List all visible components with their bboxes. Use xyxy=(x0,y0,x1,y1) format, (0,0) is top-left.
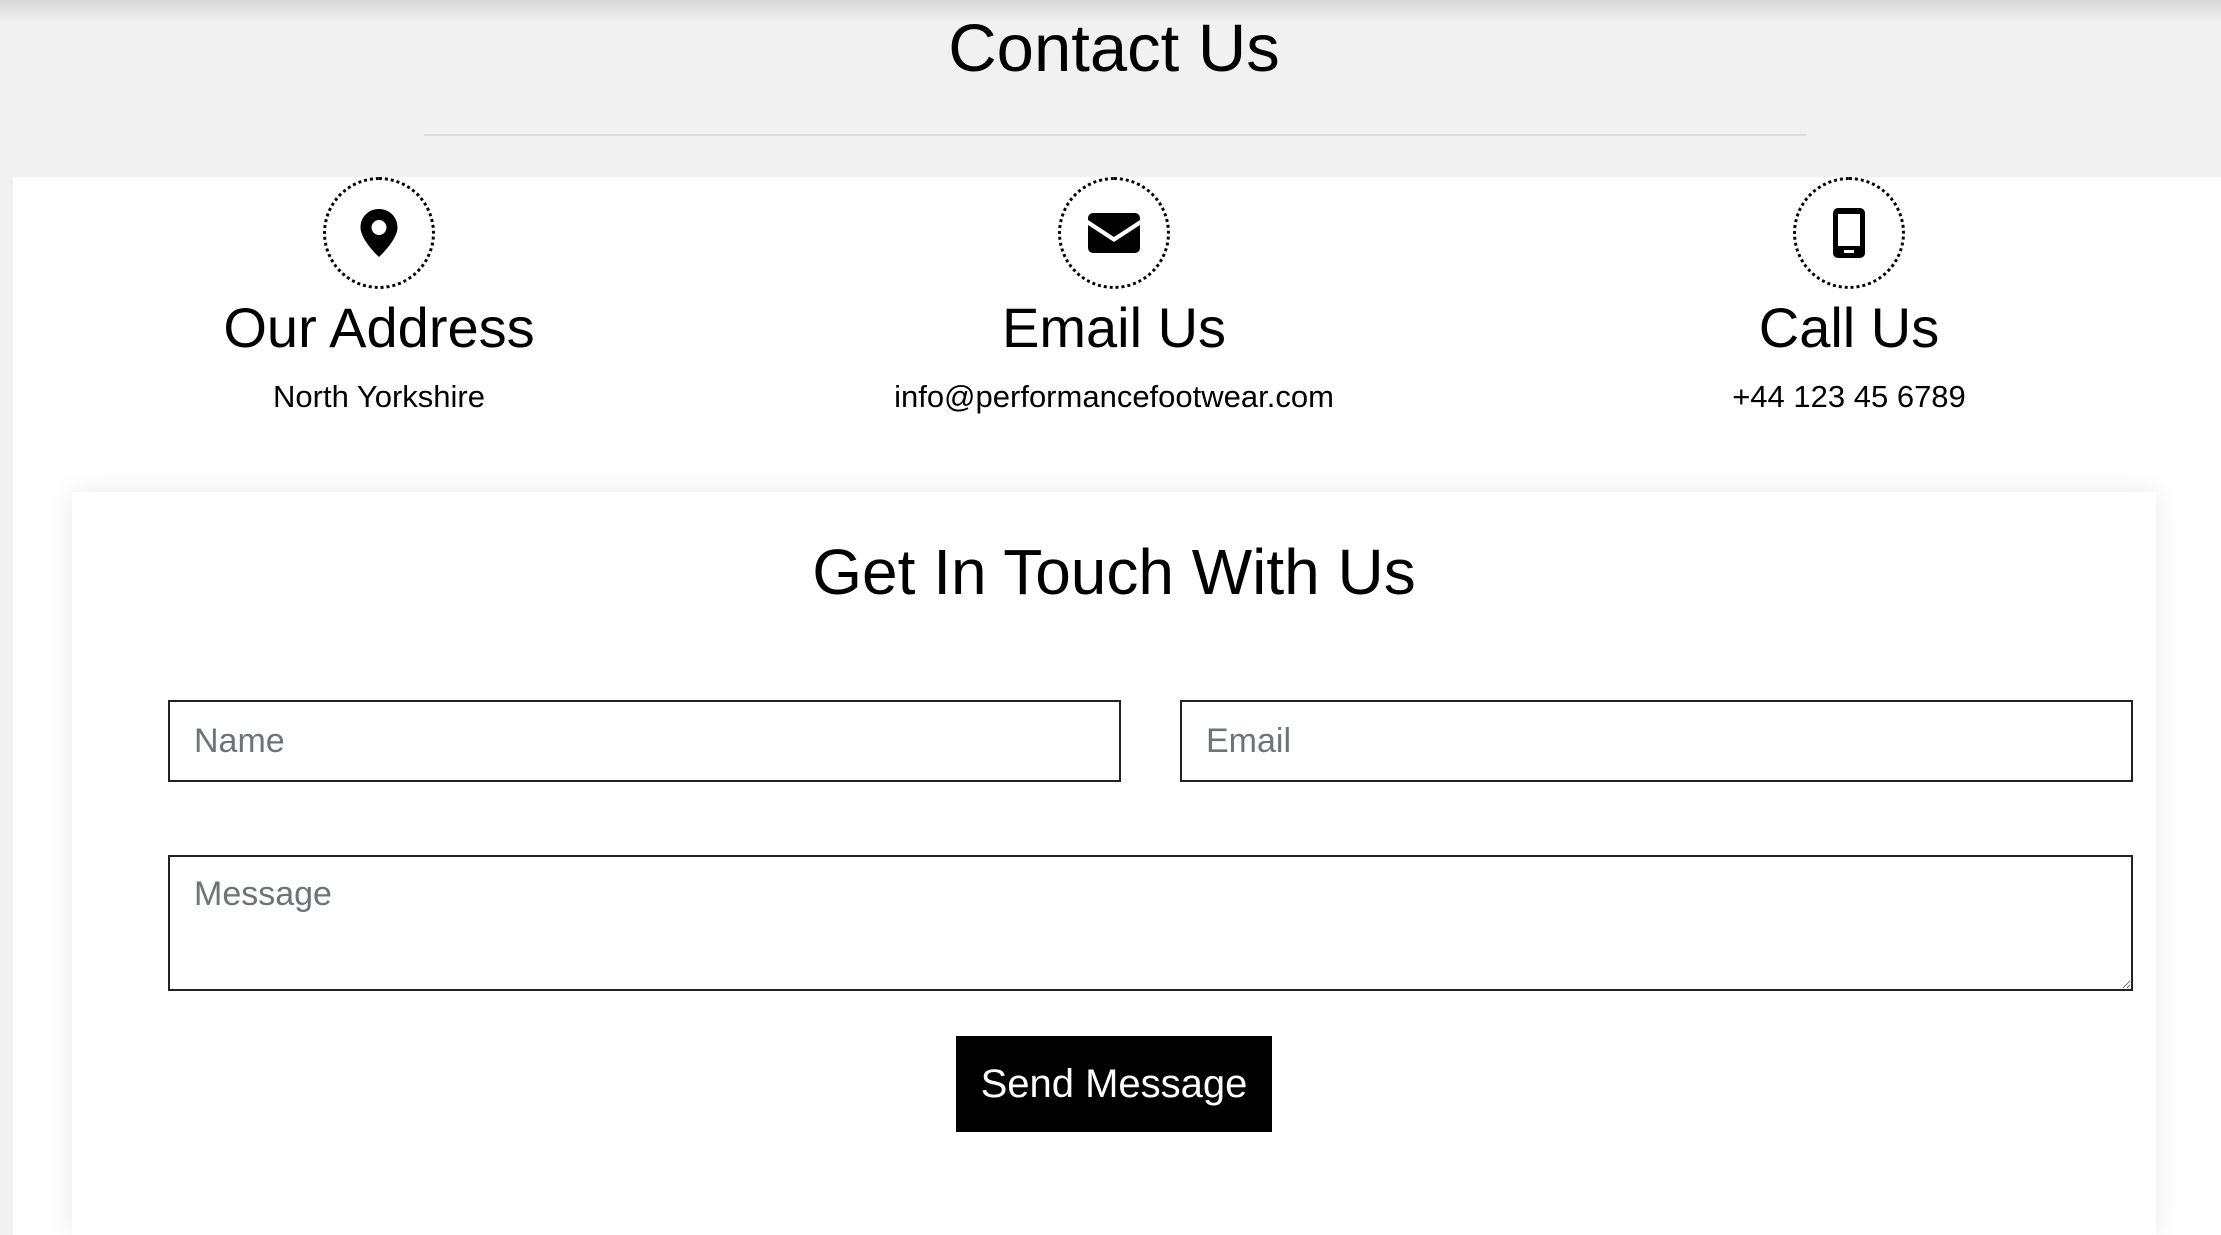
page-title: Contact Us xyxy=(948,11,1280,86)
contact-form-card: Get In Touch With Us Send Message xyxy=(72,492,2156,1235)
phone-value[interactable]: +44 123 45 6789 xyxy=(1499,377,2199,417)
map-pin-icon xyxy=(323,177,435,289)
mobile-phone-icon xyxy=(1793,177,1905,289)
name-input[interactable] xyxy=(168,700,1121,782)
call-title: Call Us xyxy=(1758,296,1940,359)
address-value: North Yorkshire xyxy=(273,379,485,414)
email-input[interactable] xyxy=(1180,700,2133,782)
email-title: Email Us xyxy=(1001,296,1227,359)
send-message-button[interactable]: Send Message xyxy=(956,1036,1272,1132)
envelope-icon xyxy=(1058,177,1170,289)
info-address: Our Address North Yorkshire xyxy=(29,177,729,417)
info-phone: Call Us +44 123 45 6789 xyxy=(1499,177,2199,417)
form-title: Get In Touch With Us xyxy=(812,536,1416,608)
title-divider xyxy=(424,134,1806,136)
address-title: Our Address xyxy=(223,296,535,359)
info-email: Email Us info@performancefootwear.com xyxy=(764,177,1464,417)
message-textarea[interactable] xyxy=(168,855,2133,991)
email-value[interactable]: info@performancefootwear.com xyxy=(764,377,1464,417)
